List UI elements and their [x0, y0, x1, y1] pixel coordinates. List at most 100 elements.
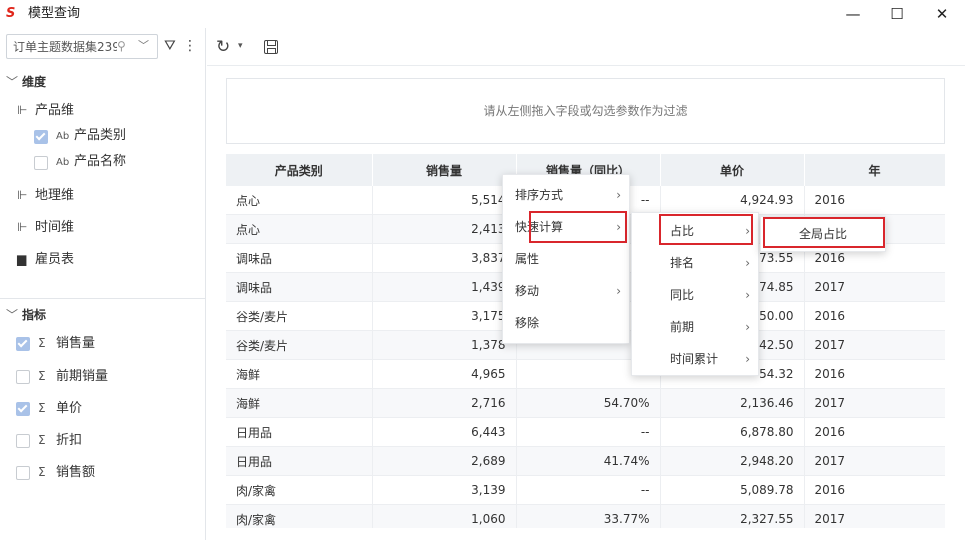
checkbox-prev-sales[interactable] — [16, 370, 30, 384]
table-cell: 日用品 — [226, 446, 373, 476]
maximize-button[interactable]: ☐ — [874, 0, 920, 28]
table-cell: 2016 — [804, 186, 945, 215]
table-cell: 2,948.20 — [660, 446, 805, 476]
table-cell: 日用品 — [226, 417, 373, 447]
table-cell: 点心 — [226, 214, 373, 244]
chevron-right-icon: › — [745, 256, 750, 270]
chevron-down-icon: ﹀ — [6, 308, 19, 322]
checkbox-product-category[interactable] — [34, 130, 48, 144]
table-cell: 2,136.46 — [660, 388, 805, 418]
table-row[interactable]: 海鲜 4,965 54.32 2016 — [226, 359, 945, 389]
menu-item-remove[interactable]: 移除 — [503, 307, 629, 339]
chevron-down-icon[interactable]: ▾ — [238, 41, 243, 51]
menu-item-previous-period[interactable]: 前期 › — [632, 311, 758, 343]
search-icon[interactable]: ⚲ — [117, 38, 126, 54]
table-cell: 33.77% — [516, 504, 661, 528]
menu-item-sort[interactable]: 排序方式 › — [503, 179, 629, 211]
filter-drop-area[interactable]: 请从左侧拖入字段或勾选参数作为过滤 — [226, 78, 945, 144]
menu-item-yoy[interactable]: 同比 › — [632, 279, 758, 311]
table-cell: 调味品 — [226, 243, 373, 273]
table-cell: -- — [516, 417, 661, 447]
chevron-right-icon: › — [745, 320, 750, 334]
table-cell: 5,089.78 — [660, 475, 805, 505]
calculated-sum-icon: Σ — [38, 465, 46, 479]
table-cell: 海鲜 — [226, 359, 373, 389]
table-cell: 2017 — [804, 388, 945, 418]
menu-item-move[interactable]: 移动 › — [503, 275, 629, 307]
measure-sales-amount[interactable]: Σ 销售额 — [38, 464, 95, 481]
sum-icon: Σ — [38, 336, 46, 350]
column-header[interactable]: 单价 — [660, 154, 805, 186]
table-cell: 6,878.80 — [660, 417, 805, 447]
hierarchy-icon: ⊩ — [17, 103, 28, 117]
table-cell: -- — [516, 475, 661, 505]
checkbox-sales-amount[interactable] — [16, 466, 30, 480]
table-cell: 2016 — [804, 359, 945, 389]
table-row[interactable]: 肉/家禽 1,060 33.77% 2,327.55 2017 — [226, 504, 945, 528]
dimension-time[interactable]: ⊩ 时间维 — [17, 219, 74, 236]
table-cell: 2016 — [804, 301, 945, 331]
menu-item-properties[interactable]: 属性 — [503, 243, 629, 275]
column-header[interactable]: 销售量 — [372, 154, 517, 186]
table-row[interactable]: 日用品 6,443 -- 6,878.80 2016 — [226, 417, 945, 447]
measure-sales-qty[interactable]: Σ 销售量 — [38, 335, 95, 352]
chevron-right-icon: › — [616, 188, 621, 202]
field-product-name[interactable]: Ab 产品名称 — [56, 154, 126, 171]
dimension-geography[interactable]: ⊩ 地理维 — [17, 187, 74, 204]
chevron-down-icon[interactable]: ﹀ — [138, 38, 149, 54]
measure-discount[interactable]: Σ 折扣 — [38, 432, 82, 449]
checkbox-discount[interactable] — [16, 434, 30, 448]
highlight-global-proportion — [763, 217, 885, 248]
minimize-button[interactable]: — — [830, 0, 876, 28]
table-cell: 6,443 — [372, 417, 517, 447]
checkbox-unit-price[interactable] — [16, 402, 30, 416]
measures-section-header[interactable]: ﹀ 指标 — [6, 307, 46, 323]
chevron-right-icon: › — [616, 284, 621, 298]
table-cell: 5,514 — [372, 186, 517, 215]
table-cell: 2017 — [804, 330, 945, 360]
field-product-category[interactable]: Ab 产品类别 — [56, 128, 126, 145]
table-cell: 2017 — [804, 446, 945, 476]
table-cell: 54.70% — [516, 388, 661, 418]
refresh-icon[interactable]: ↻ — [216, 38, 230, 56]
table-cell: 3,139 — [372, 475, 517, 505]
table-row[interactable]: 日用品 2,689 41.74% 2,948.20 2017 — [226, 446, 945, 476]
column-header[interactable]: 产品类别 — [226, 154, 373, 186]
filter-icon[interactable]: ⛛ — [164, 38, 176, 54]
table-cell: 4,965 — [372, 359, 517, 389]
column-header[interactable]: 年 — [804, 154, 945, 186]
more-options-icon[interactable]: ⋮ — [183, 38, 197, 54]
table-cell: 肉/家禽 — [226, 475, 373, 505]
dimensions-section-header[interactable]: ﹀ 维度 — [6, 74, 46, 90]
menu-item-time-cumulative[interactable]: 时间累计 › — [632, 343, 758, 375]
close-button[interactable]: ✕ — [919, 0, 965, 28]
table-cell: 2017 — [804, 504, 945, 528]
checkbox-product-name[interactable] — [34, 156, 48, 170]
table-cell: 2,327.55 — [660, 504, 805, 528]
save-icon[interactable] — [264, 40, 278, 54]
toolbar — [207, 28, 965, 66]
filter-hint: 请从左侧拖入字段或勾选参数作为过滤 — [483, 104, 688, 118]
table-cell: 点心 — [226, 186, 373, 215]
table-cell: 2,689 — [372, 446, 517, 476]
table-cell: 2,716 — [372, 388, 517, 418]
table-row[interactable]: 海鲜 2,716 54.70% 2,136.46 2017 — [226, 388, 945, 418]
table-cell: 调味品 — [226, 272, 373, 302]
table-cell: 1,439 — [372, 272, 517, 302]
table-row[interactable]: 肉/家禽 3,139 -- 5,089.78 2016 — [226, 475, 945, 505]
dataset-search-input[interactable]: 订单主题数据集239 ⚲ ﹀ — [6, 34, 158, 59]
measure-prev-sales[interactable]: Σ 前期销量 — [38, 368, 108, 385]
table-cell: 肉/家禽 — [226, 504, 373, 528]
table-cell: 41.74% — [516, 446, 661, 476]
menu-item-rank[interactable]: 排名 › — [632, 247, 758, 279]
context-menu: 排序方式 › 快速计算 › 属性 移动 › 移除 — [502, 174, 630, 344]
dimension-employee[interactable]: ▆ 雇员表 — [17, 251, 74, 268]
window-title: 模型查询 — [28, 6, 81, 21]
highlight-proportion — [659, 214, 753, 245]
table-cell: 2016 — [804, 417, 945, 447]
text-type-icon: Ab — [56, 157, 70, 168]
hierarchy-icon: ⊩ — [17, 220, 28, 234]
checkbox-sales-qty[interactable] — [16, 337, 30, 351]
measure-unit-price[interactable]: Σ 单价 — [38, 400, 82, 417]
dimension-product[interactable]: ⊩ 产品维 — [17, 102, 74, 119]
